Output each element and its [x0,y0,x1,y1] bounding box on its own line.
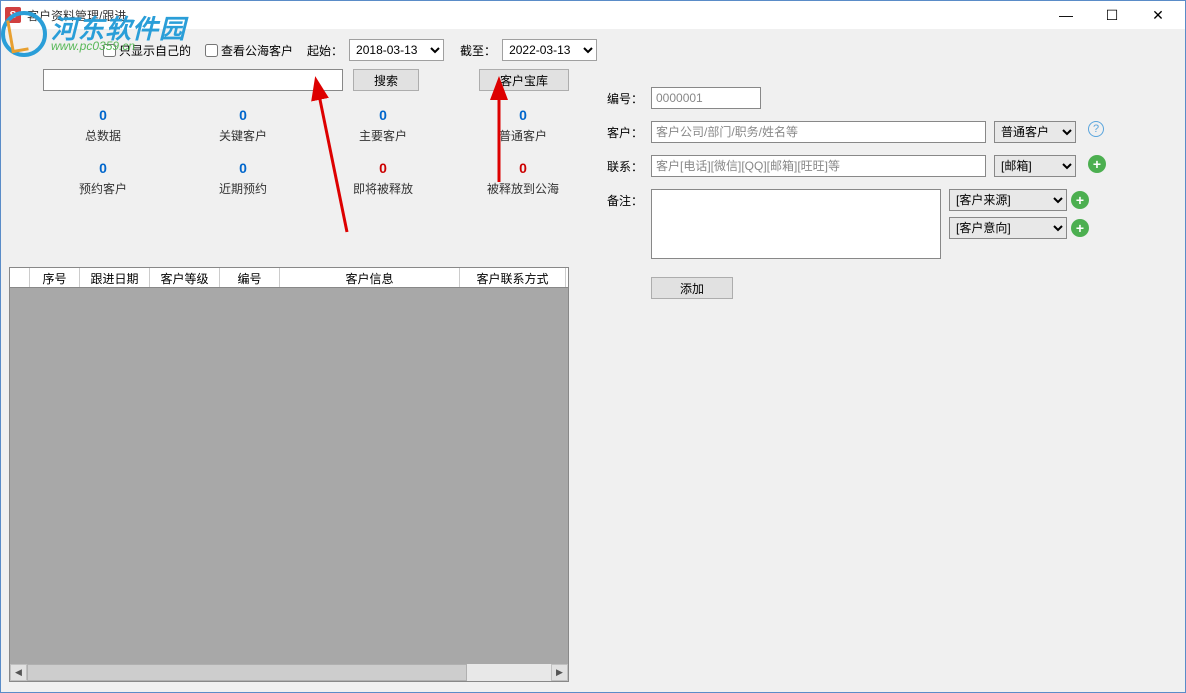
stat-number: 0 [318,160,448,176]
stats-row-1: 0 总数据 0 关键客户 0 主要客户 0 普通客户 [33,107,593,144]
stat-item[interactable]: 0 近期预约 [178,160,308,197]
filter-row: 只显示自己的 查看公海客户 起始： 2018-03-13 截至： 2022-03… [103,39,1173,61]
start-date-select[interactable]: 2018-03-13 [349,39,444,61]
window-title: 客户资料管理/跟进 [27,7,1043,24]
stats-panel: 0 总数据 0 关键客户 0 主要客户 0 普通客户 0 预约客户 0 近期预约 0 即将被释放 0 被释放… [33,107,593,197]
add-intent-icon[interactable]: + [1071,219,1089,237]
stat-label: 预约客户 [38,180,168,197]
close-button[interactable]: ✕ [1135,1,1181,29]
add-button[interactable]: 添加 [651,277,733,299]
stat-item[interactable]: 0 被释放到公海 [458,160,588,197]
search-button[interactable]: 搜索 [353,69,419,91]
table-column-header[interactable]: 客户等级 [150,268,220,287]
scroll-thumb[interactable] [27,664,467,681]
customer-field[interactable] [651,121,986,143]
search-input[interactable] [43,69,343,91]
start-date-label: 起始： [307,42,343,59]
only-mine-input[interactable] [103,44,116,57]
only-mine-checkbox[interactable]: 只显示自己的 [103,42,191,59]
table-column-header[interactable]: 跟进日期 [80,268,150,287]
app-window: S 客户资料管理/跟进 — ☐ ✕ 河东软件园 www.pc0359.cn 只显… [0,0,1186,693]
stat-label: 总数据 [38,127,168,144]
stat-item[interactable]: 0 关键客户 [178,107,308,144]
app-icon: S [5,7,21,23]
stat-number: 0 [38,160,168,176]
scroll-left-icon[interactable]: ◀ [10,664,27,681]
table-column-header[interactable]: 客户联系方式 [460,268,566,287]
stat-item[interactable]: 0 总数据 [38,107,168,144]
stat-label: 即将被释放 [318,180,448,197]
stat-label: 关键客户 [178,127,308,144]
window-controls: — ☐ ✕ [1043,1,1181,29]
customer-form: 编号： 客户： 普通客户 ? 联系： [邮箱] + 备注： [客户来 [601,87,1155,311]
view-public-input[interactable] [205,44,218,57]
source-select[interactable]: [客户来源] [949,189,1067,211]
treasure-button[interactable]: 客户宝库 [479,69,569,91]
minimize-button[interactable]: — [1043,1,1089,29]
stat-number: 0 [38,107,168,123]
view-public-checkbox[interactable]: 查看公海客户 [205,42,293,59]
table-column-header[interactable]: 序号 [30,268,80,287]
id-field [651,87,761,109]
maximize-button[interactable]: ☐ [1089,1,1135,29]
stat-number: 0 [458,160,588,176]
add-contact-icon[interactable]: + [1088,155,1106,173]
stat-number: 0 [178,160,308,176]
table-header: 序号跟进日期客户等级编号客户信息客户联系方式 [10,268,568,288]
horizontal-scrollbar[interactable]: ◀ ▶ [10,664,568,681]
end-date-select[interactable]: 2022-03-13 [502,39,597,61]
add-source-icon[interactable]: + [1071,191,1089,209]
table-column-header[interactable]: 客户信息 [280,268,460,287]
intent-select[interactable]: [客户意向] [949,217,1067,239]
table-body[interactable] [10,288,568,664]
stat-item[interactable]: 0 即将被释放 [318,160,448,197]
stat-label: 被释放到公海 [458,180,588,197]
contact-field[interactable] [651,155,986,177]
stat-number: 0 [458,107,588,123]
customer-type-select[interactable]: 普通客户 [994,121,1076,143]
table-column-header[interactable]: 编号 [220,268,280,287]
titlebar: S 客户资料管理/跟进 — ☐ ✕ [1,1,1185,29]
contact-type-select[interactable]: [邮箱] [994,155,1076,177]
stat-item[interactable]: 0 普通客户 [458,107,588,144]
contact-label: 联系： [601,155,643,175]
scroll-track[interactable] [27,664,551,681]
stat-number: 0 [318,107,448,123]
stat-number: 0 [178,107,308,123]
remarks-field[interactable] [651,189,941,259]
end-date-label: 截至： [460,42,496,59]
stat-label: 近期预约 [178,180,308,197]
stat-item[interactable]: 0 主要客户 [318,107,448,144]
stats-row-2: 0 预约客户 0 近期预约 0 即将被释放 0 被释放到公海 [33,160,593,197]
help-icon[interactable]: ? [1088,121,1104,137]
customer-table: 序号跟进日期客户等级编号客户信息客户联系方式 ◀ ▶ [9,267,569,682]
stat-label: 主要客户 [318,127,448,144]
customer-label: 客户： [601,121,643,141]
scroll-right-icon[interactable]: ▶ [551,664,568,681]
content-area: 只显示自己的 查看公海客户 起始： 2018-03-13 截至： 2022-03… [1,29,1185,692]
table-column-header[interactable] [10,268,30,287]
stat-item[interactable]: 0 预约客户 [38,160,168,197]
remarks-label: 备注： [601,189,643,209]
stat-label: 普通客户 [458,127,588,144]
id-label: 编号： [601,87,643,107]
